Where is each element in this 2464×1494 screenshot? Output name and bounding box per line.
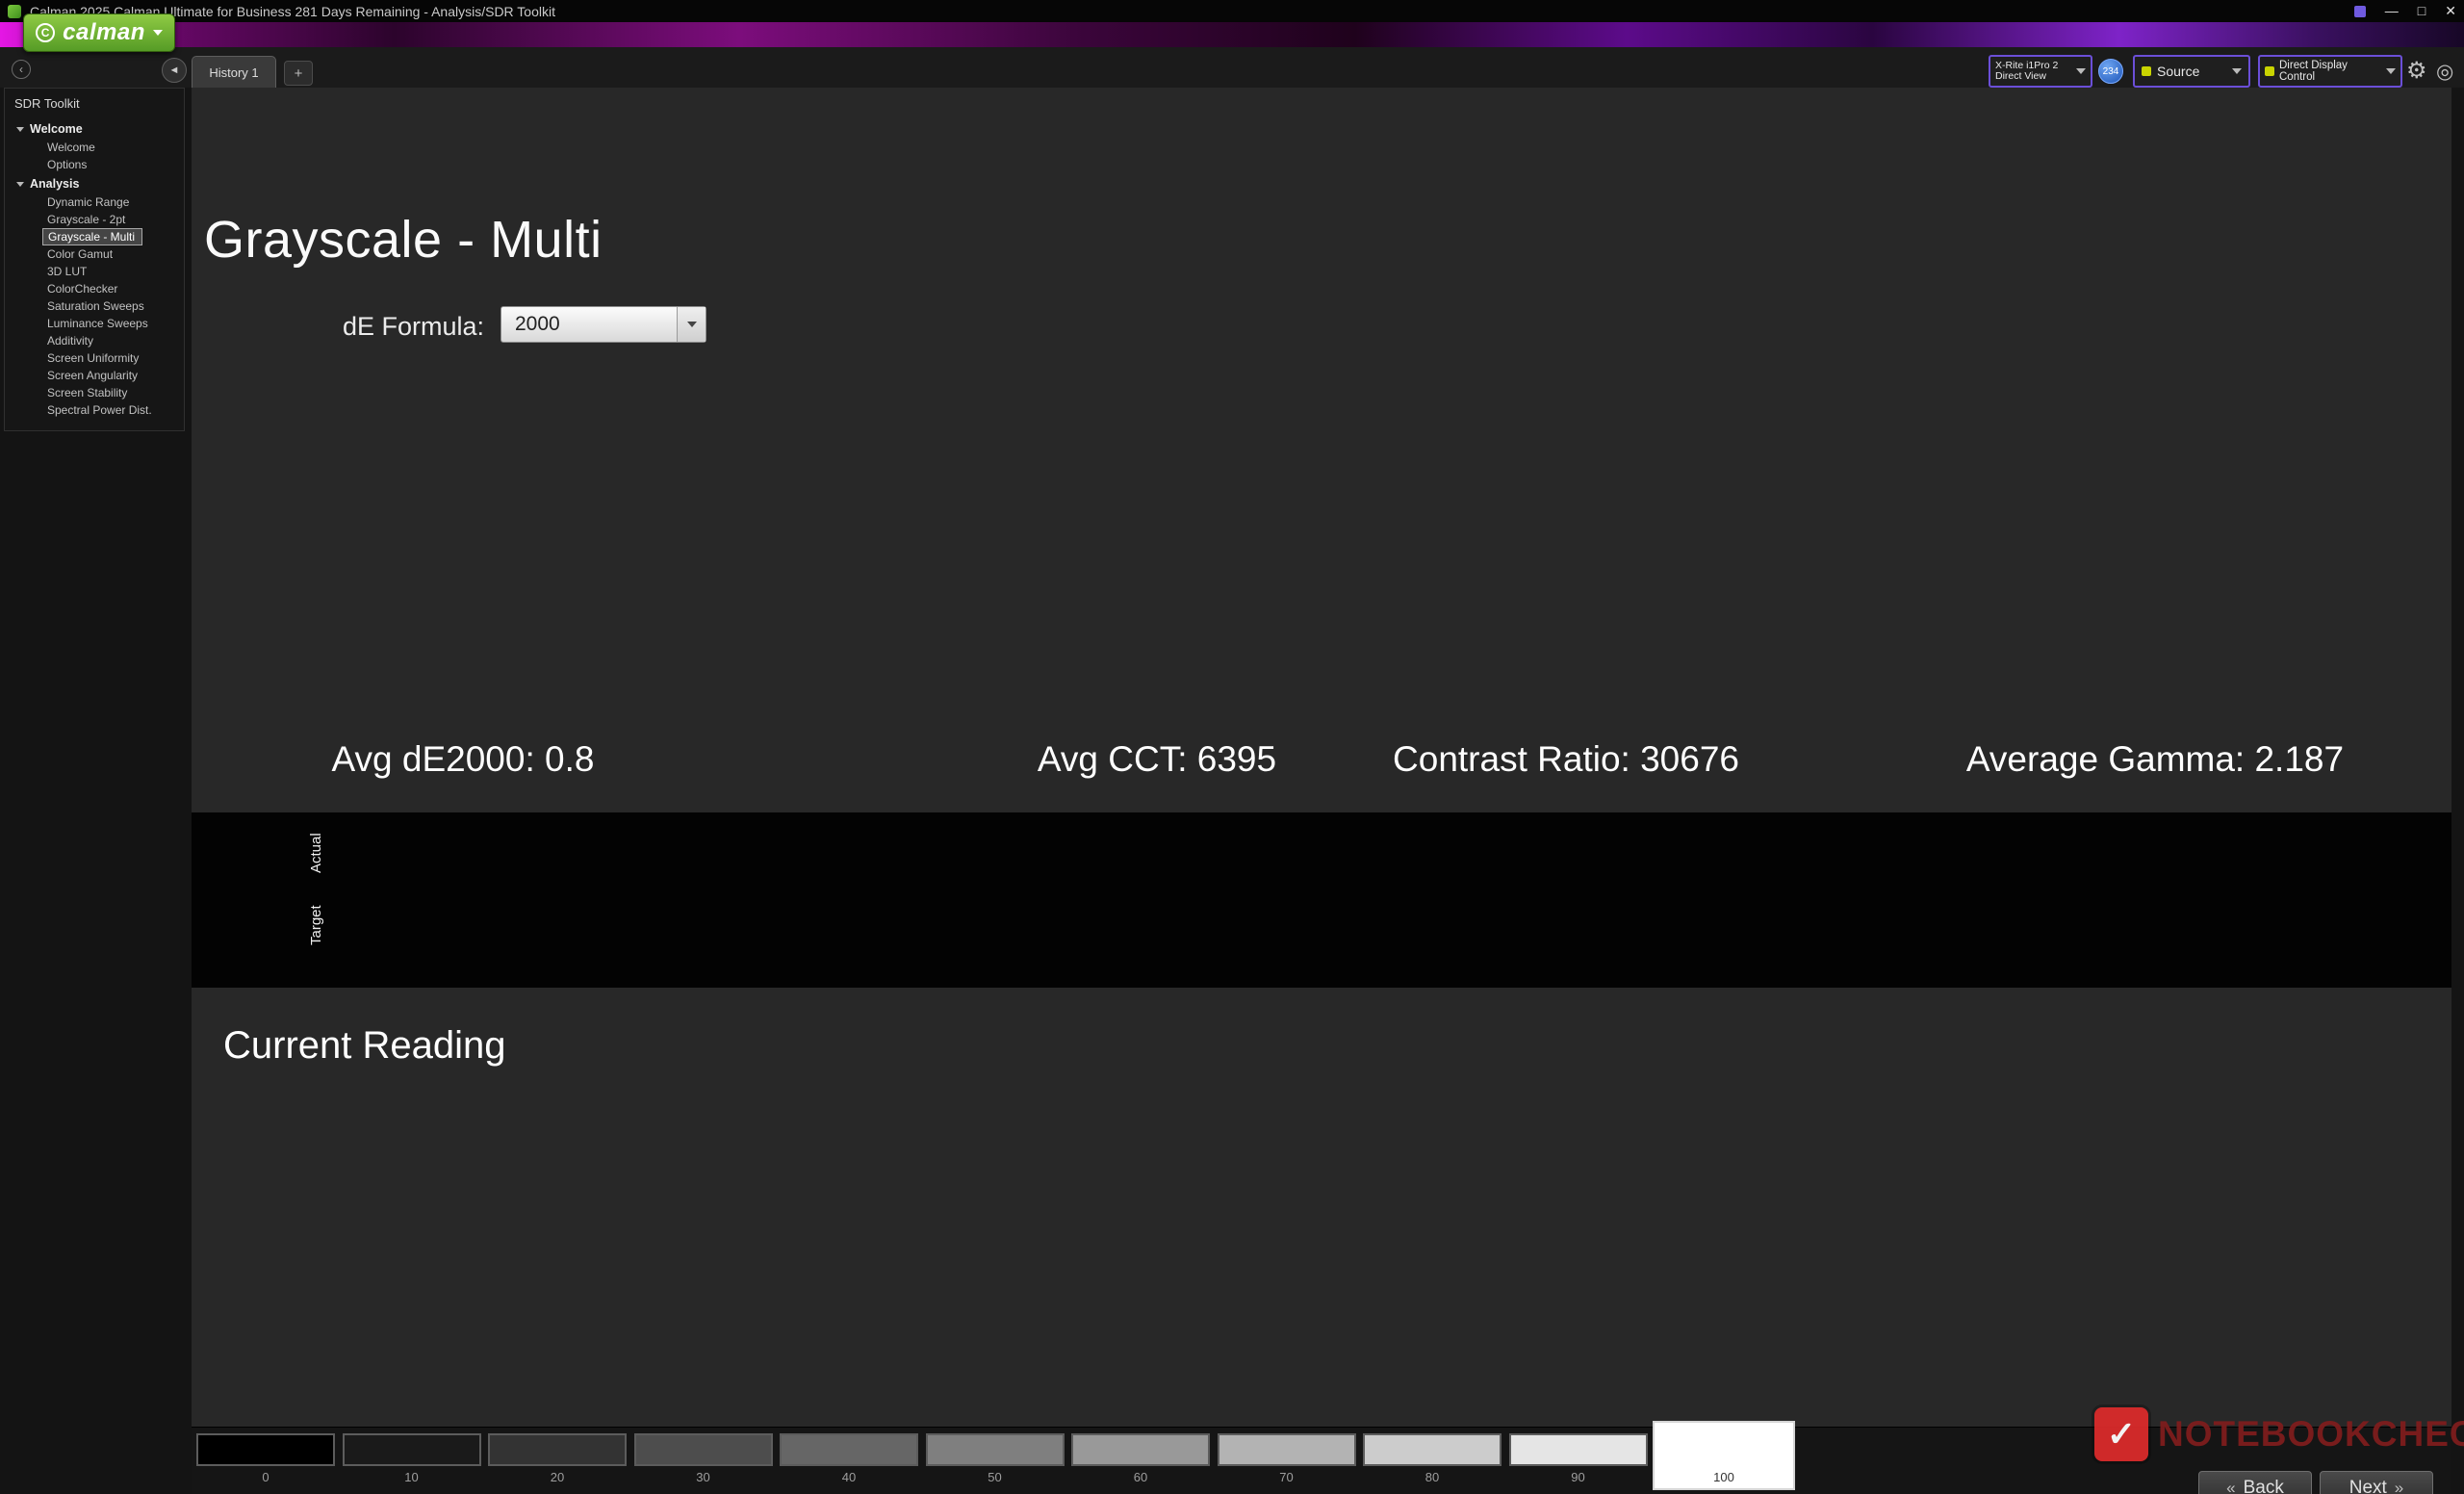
sidebar-item-grayscale-2pt[interactable]: Grayscale - 2pt (5, 211, 184, 228)
strip-item[interactable] (1071, 1433, 1210, 1466)
accent-gradient-bar (0, 22, 2464, 47)
sidebar-item-welcome[interactable]: Welcome (5, 139, 184, 156)
sidebar-item-additivity[interactable]: Additivity (5, 332, 184, 349)
chevron-down-icon (2386, 68, 2396, 74)
tab-bar (0, 47, 2464, 88)
de-formula-select[interactable]: 2000 (500, 306, 706, 343)
back-button[interactable]: « Back (2198, 1471, 2312, 1494)
tab-history-1[interactable]: History 1 (192, 56, 276, 88)
display-control-label: Direct Display Control (2279, 60, 2381, 83)
chevron-down-icon (16, 182, 24, 187)
stat-average-gamma: Average Gamma: 2.187 (1857, 739, 2453, 780)
source-select-label: Source (2157, 64, 2199, 79)
strip-item-label: 70 (1218, 1470, 1356, 1484)
back-button-label: Back (2244, 1478, 2284, 1494)
sidebar-item-options[interactable]: Options (5, 156, 184, 173)
strip-item[interactable] (488, 1433, 627, 1466)
chevron-down-icon (2076, 68, 2086, 74)
calman-logo-text: calman (63, 19, 145, 46)
calman-c-icon: C (36, 23, 55, 42)
add-tab-button[interactable]: + (284, 61, 313, 86)
titlebar-color-square-icon (2354, 6, 2366, 17)
current-reading-title: Current Reading (223, 1024, 506, 1068)
chevron-down-icon (687, 322, 697, 327)
sidebar-item-spectral-power-dist[interactable]: Spectral Power Dist. (5, 401, 184, 419)
stat-contrast-ratio: Contrast Ratio: 30676 (1268, 739, 1864, 780)
strip-item[interactable] (926, 1433, 1065, 1466)
chevron-down-icon (16, 127, 24, 132)
chevron-down-icon (2232, 68, 2242, 74)
sidebar-group-welcome[interactable]: Welcome (5, 118, 184, 139)
strip-item-label: 20 (488, 1470, 627, 1484)
meter-count-badge: 234 (2098, 59, 2123, 84)
sidebar-item-luminance-sweeps[interactable]: Luminance Sweeps (5, 315, 184, 332)
reticle-icon[interactable]: ◎ (2436, 56, 2453, 89)
de-formula-label: dE Formula: (343, 312, 484, 342)
sidebar-item-screen-uniformity[interactable]: Screen Uniformity (5, 349, 184, 367)
back-arrow-icon: « (2226, 1479, 2235, 1494)
close-button[interactable]: ✕ (2445, 0, 2456, 22)
strip-item[interactable] (343, 1433, 481, 1466)
sidebar-group-label: Analysis (30, 177, 79, 191)
display-control-select[interactable]: Direct Display Control (2258, 55, 2402, 88)
sidebar-item-3d-lut[interactable]: 3D LUT (5, 263, 184, 280)
strip-item[interactable] (1363, 1433, 1502, 1466)
meter-mode: Direct View (1995, 71, 2072, 82)
sidebar-item-saturation-sweeps[interactable]: Saturation Sweeps (5, 297, 184, 315)
strip-item-label: 80 (1363, 1470, 1502, 1484)
title-bar: Calman 2025 Calman Ultimate for Business… (0, 0, 2464, 22)
sidebar-tree: WelcomeWelcomeOptionsAnalysisDynamic Ran… (5, 118, 184, 419)
app-window: Calman 2025 Calman Ultimate for Business… (0, 0, 2464, 1494)
next-button[interactable]: Next » (2320, 1471, 2433, 1494)
strip-item[interactable] (780, 1433, 918, 1466)
sidebar-item-screen-stability[interactable]: Screen Stability (5, 384, 184, 401)
page-title: Grayscale - Multi (204, 210, 603, 270)
strip-item-label: 60 (1071, 1470, 1210, 1484)
strip-item-label: 90 (1509, 1470, 1648, 1484)
window-controls: — □ ✕ (2354, 0, 2456, 22)
gear-icon[interactable]: ⚙ (2406, 55, 2427, 88)
grayscale-swatch-panel (192, 812, 2451, 988)
sidebar-group-label: Welcome (30, 122, 83, 136)
sidebar-group-analysis[interactable]: Analysis (5, 173, 184, 193)
select-arrow-box (677, 307, 706, 342)
strip-item-label: 40 (780, 1470, 918, 1484)
strip-item-label: 0 (196, 1470, 335, 1484)
sidebar-item-screen-angularity[interactable]: Screen Angularity (5, 367, 184, 384)
strip-item[interactable] (634, 1433, 773, 1466)
strip-item[interactable] (196, 1433, 335, 1466)
strip-item[interactable] (1218, 1433, 1356, 1466)
main-content-panel (192, 88, 2451, 1494)
meter-select-label: X-Rite i1Pro 2 Direct View (1995, 61, 2072, 82)
next-button-label: Next (2349, 1478, 2387, 1494)
strip-item-label: 30 (634, 1470, 773, 1484)
strip-item-label: 10 (343, 1470, 481, 1484)
sidebar-item-color-gamut[interactable]: Color Gamut (5, 245, 184, 263)
strip-item[interactable] (1509, 1433, 1648, 1466)
swatch-target-label: Target (308, 889, 324, 961)
de-formula-value: 2000 (515, 313, 560, 335)
app-icon (8, 5, 21, 18)
sidebar-collapse-button[interactable]: ◄ (162, 58, 187, 83)
swatch-actual-label: Actual (308, 820, 324, 886)
sidebar-pin-icon[interactable]: ‹ (12, 60, 31, 79)
sidebar-item-dynamic-range[interactable]: Dynamic Range (5, 193, 184, 211)
display-control-status-icon (2265, 66, 2274, 76)
sidebar-item-grayscale-multi[interactable]: Grayscale - Multi (43, 229, 141, 245)
stat-avg-de2000: Avg dE2000: 0.8 (165, 739, 761, 780)
strip-item-label: 100 (1655, 1470, 1793, 1484)
maximize-button[interactable]: □ (2418, 0, 2426, 22)
minimize-button[interactable]: — (2385, 0, 2399, 22)
meter-select[interactable]: X-Rite i1Pro 2 Direct View (1989, 55, 2092, 88)
sidebar-title: SDR Toolkit (5, 89, 184, 118)
sidebar-item-colorchecker[interactable]: ColorChecker (5, 280, 184, 297)
source-status-icon (2142, 66, 2151, 76)
next-arrow-icon: » (2395, 1479, 2403, 1494)
calman-logo-button[interactable]: C calman (23, 13, 175, 52)
sidebar: SDR Toolkit WelcomeWelcomeOptionsAnalysi… (4, 88, 185, 431)
strip-item-label: 50 (926, 1470, 1065, 1484)
chevron-down-icon (153, 30, 163, 36)
source-select[interactable]: Source (2133, 55, 2250, 88)
